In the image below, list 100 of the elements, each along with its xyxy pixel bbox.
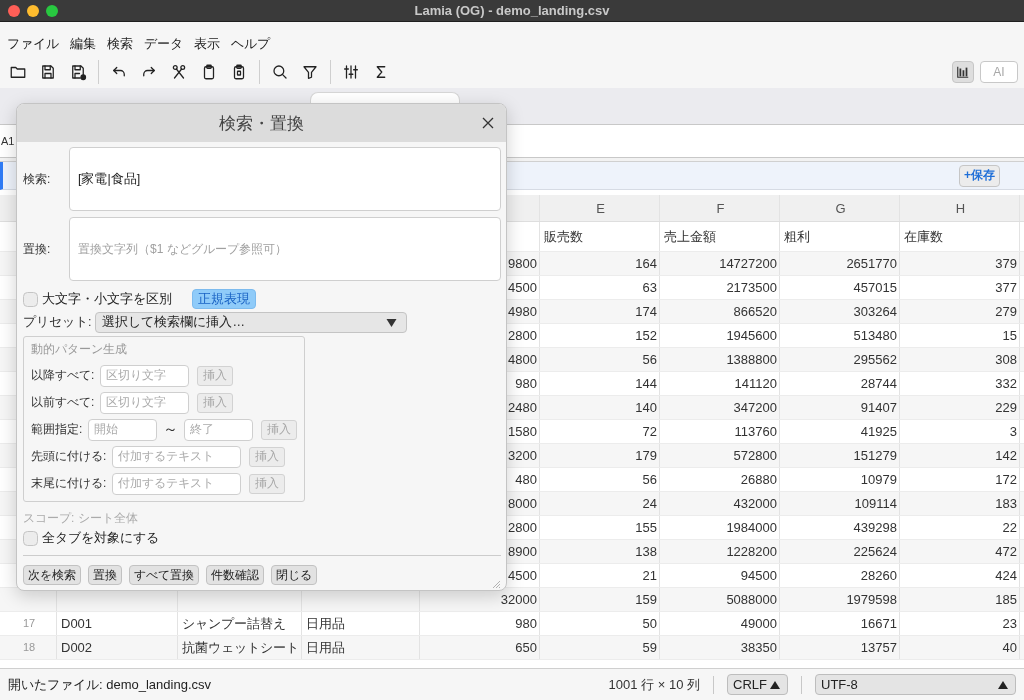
table-cell: 155 — [635, 520, 657, 535]
table-cell: 13757 — [860, 640, 897, 655]
table-cell: 8000 — [508, 496, 537, 511]
dialog-button[interactable]: すべて置換 — [129, 565, 199, 585]
dialog-button[interactable]: 件数確認 — [206, 565, 264, 585]
cell-reference[interactable]: A1 — [1, 135, 15, 147]
table-cell: 480 — [515, 472, 537, 487]
caret-down-icon — [386, 318, 398, 327]
window-close-icon[interactable] — [8, 4, 20, 17]
table-cell: 174 — [635, 304, 657, 319]
table-cell: D001 — [61, 616, 93, 631]
caret-up-icon — [770, 680, 780, 689]
table-cell: 50 — [642, 616, 657, 631]
table-cell: 在庫数 — [904, 229, 943, 244]
search-icon[interactable] — [271, 63, 289, 81]
regex-toggle[interactable]: 正規表現 — [192, 289, 256, 309]
table-cell: 3 — [1009, 424, 1017, 439]
preset-dropdown[interactable]: 選択して検索欄に挿入… — [95, 312, 408, 333]
table-cell: 4980 — [508, 304, 537, 319]
dialog-button[interactable]: 閉じる — [271, 565, 317, 585]
save-icon[interactable] — [39, 63, 57, 81]
table-cell: 229 — [995, 400, 1017, 415]
chart-button[interactable] — [952, 61, 974, 83]
table-cell: 109114 — [854, 496, 897, 511]
column-header[interactable]: F — [716, 200, 725, 216]
group-title: 動的パターン生成 — [31, 341, 127, 357]
table-cell: 4500 — [508, 280, 537, 295]
column-header[interactable]: E — [596, 200, 605, 216]
table-cell: 2800 — [508, 328, 537, 343]
table-cell: 424 — [995, 568, 1017, 583]
table-cell: 40 — [1002, 640, 1017, 655]
checkbox-label[interactable]: 全タブを対象にする — [42, 529, 159, 547]
table-cell: 抗菌ウェットシート — [182, 640, 299, 655]
table-cell: 8900 — [508, 544, 537, 559]
table-cell: 4800 — [508, 352, 537, 367]
column-header[interactable]: G — [835, 200, 846, 216]
menu-item[interactable]: ファイル — [7, 33, 59, 55]
column-header[interactable]: H — [955, 200, 966, 216]
table-cell: 72 — [642, 424, 657, 439]
pattern-label: 先頭に付ける: — [31, 448, 107, 465]
table-cell: 日用品 — [306, 616, 345, 631]
range-separator: ～ — [163, 420, 179, 439]
sliders-icon[interactable] — [342, 63, 360, 81]
table-cell: 56 — [642, 472, 657, 487]
save-as-icon[interactable] — [69, 63, 87, 81]
table-cell: 439298 — [853, 520, 897, 535]
menu-item[interactable]: ヘルプ — [231, 33, 270, 55]
save-filter-button[interactable]: +保存 — [959, 164, 1000, 187]
table-cell: 172 — [995, 472, 1017, 487]
replace-label: 置換: — [23, 240, 52, 258]
window-minimize-icon[interactable] — [27, 4, 39, 17]
table-cell: 379 — [995, 256, 1017, 271]
checkbox[interactable] — [23, 530, 38, 546]
table-cell: 56 — [642, 352, 657, 367]
table-cell: 2800 — [508, 520, 537, 535]
table-cell: 141120 — [734, 376, 777, 391]
menu-item[interactable]: 表示 — [194, 33, 220, 55]
table-cell: 185 — [995, 592, 1017, 607]
table-cell: 1228200 — [726, 544, 777, 559]
table-cell: 32000 — [500, 592, 537, 607]
table-cell: 1979598 — [846, 592, 897, 607]
scissors-icon[interactable] — [170, 63, 188, 81]
table-cell: 2651770 — [846, 256, 897, 271]
table-cell: 9800 — [508, 256, 537, 271]
menu-item[interactable]: 検索 — [107, 33, 133, 55]
table-cell: 347200 — [733, 400, 777, 415]
bar-chart-icon — [956, 65, 970, 79]
table-cell: D002 — [61, 640, 93, 655]
table-cell: 377 — [995, 280, 1017, 295]
menu-item[interactable]: 編集 — [70, 33, 96, 55]
table-cell: 販売数 — [544, 229, 583, 244]
close-icon[interactable] — [482, 117, 494, 129]
line-ending-dropdown[interactable]: CRLF — [727, 674, 788, 695]
dialog-button[interactable]: 次を検索 — [23, 565, 81, 585]
menu-item[interactable]: データ — [144, 33, 183, 55]
table-cell: 38350 — [740, 640, 777, 655]
table-cell: 151279 — [853, 448, 897, 463]
table-cell: 650 — [515, 640, 537, 655]
find-field[interactable]: [家電|食品] — [69, 147, 501, 211]
table-cell: 2173500 — [726, 280, 777, 295]
table-cell: 138 — [635, 544, 657, 559]
table-cell: 49000 — [740, 616, 777, 631]
encoding-dropdown[interactable]: UTF-8 — [815, 674, 1016, 695]
table-cell: 4500 — [508, 568, 537, 583]
table-cell: 152 — [635, 328, 657, 343]
table-cell: 279 — [995, 304, 1017, 319]
table-cell: 23 — [1002, 616, 1017, 631]
dialog-button[interactable]: 置換 — [88, 565, 122, 585]
table-cell: 91407 — [860, 400, 897, 415]
table-cell: 5088000 — [726, 592, 777, 607]
resize-grip-icon[interactable] — [491, 579, 501, 589]
filter-icon[interactable] — [301, 63, 319, 81]
window-zoom-icon[interactable] — [46, 4, 58, 17]
table-cell: 980 — [515, 616, 537, 631]
table-cell: 2480 — [508, 400, 537, 415]
table-cell: 513480 — [853, 328, 897, 343]
table-cell: 3200 — [508, 448, 537, 463]
checkbox-label[interactable]: 大文字・小文字を区別 — [42, 290, 172, 308]
pattern-label: 範囲指定: — [31, 421, 83, 438]
checkbox[interactable] — [23, 291, 38, 307]
